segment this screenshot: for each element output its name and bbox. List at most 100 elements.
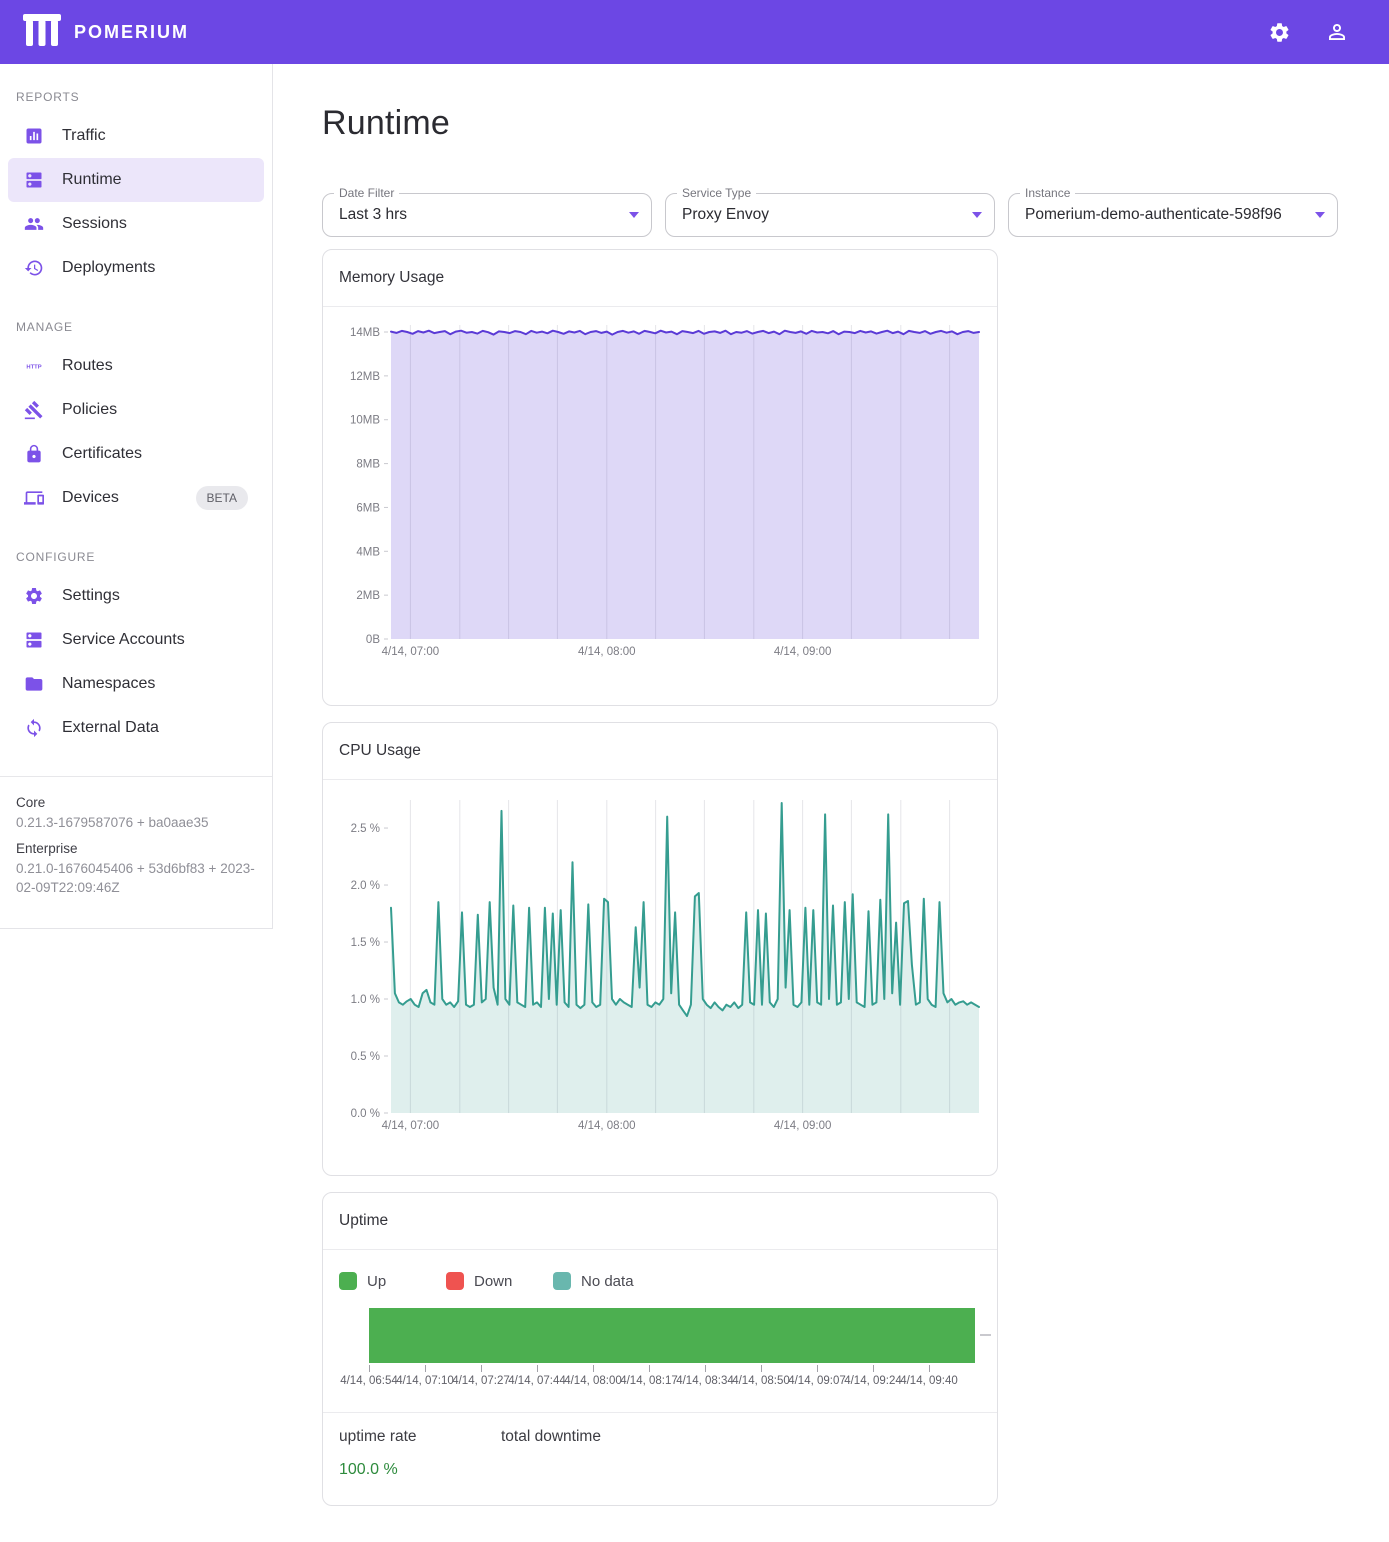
- traffic-chart-icon: [24, 126, 44, 146]
- instance-select[interactable]: Instance Pomerium-demo-authenticate-598f…: [1008, 193, 1338, 237]
- main-content: Runtime Date Filter Last 3 hrs Service T…: [273, 64, 1389, 1542]
- service-type-select[interactable]: Service Type Proxy Envoy: [665, 193, 995, 237]
- date-filter-value: Last 3 hrs: [339, 206, 617, 224]
- svg-text:4/14, 09:00: 4/14, 09:00: [774, 646, 832, 658]
- legend-swatch: [339, 1272, 357, 1290]
- sidebar-item-traffic[interactable]: Traffic: [8, 114, 264, 158]
- sidebar-item-label: Sessions: [62, 215, 127, 233]
- sidebar-item-sessions[interactable]: Sessions: [8, 202, 264, 246]
- brand[interactable]: POMERIUM: [22, 13, 189, 52]
- svg-text:0B: 0B: [366, 634, 380, 646]
- uptime-legend: UpDownNo data: [323, 1250, 997, 1290]
- uptime-tick: [593, 1365, 594, 1372]
- svg-text:4/14, 07:00: 4/14, 07:00: [382, 1120, 440, 1132]
- uptime-card: Uptime UpDownNo data 4/14, 06:544/14, 07…: [322, 1192, 998, 1506]
- svg-text:8MB: 8MB: [356, 459, 380, 471]
- uptime-title: Uptime: [323, 1193, 997, 1250]
- uptime-ticks: [369, 1365, 975, 1373]
- svg-text:6MB: 6MB: [356, 502, 380, 514]
- legend-swatch: [553, 1272, 571, 1290]
- sidebar-item-routes[interactable]: HTTP Routes: [8, 344, 264, 388]
- enterprise-version-value: 0.21.0-1676045406 + 53d6bf83 + 2023-02-0…: [16, 860, 256, 898]
- section-title-configure: CONFIGURE: [0, 542, 272, 574]
- folder-icon: [24, 674, 44, 694]
- uptime-tick-label: 4/14, 08:00: [564, 1375, 622, 1387]
- svg-text:1.0 %: 1.0 %: [351, 994, 380, 1006]
- uptime-tick-labels: 4/14, 06:544/14, 07:104/14, 07:274/14, 0…: [369, 1375, 975, 1390]
- uptime-tick-label: 4/14, 09:07: [788, 1375, 846, 1387]
- date-filter-select[interactable]: Date Filter Last 3 hrs: [322, 193, 652, 237]
- sidebar-item-label: Traffic: [62, 127, 106, 145]
- sidebar-item-label: Certificates: [62, 445, 142, 463]
- uptime-tick-label: 4/14, 09:24: [844, 1375, 902, 1387]
- sidebar-item-label: Settings: [62, 587, 120, 605]
- uptime-tick: [649, 1365, 650, 1372]
- http-icon: HTTP: [24, 356, 44, 376]
- legend-item-no-data: No data: [553, 1272, 660, 1290]
- external-data-sync-icon: [24, 718, 44, 738]
- sidebar-item-external-data[interactable]: External Data: [8, 706, 264, 750]
- sidebar-item-label: Runtime: [62, 171, 122, 189]
- sidebar-item-label: Deployments: [62, 259, 155, 277]
- uptime-rate-value: 100.0 %: [339, 1461, 501, 1479]
- sidebar-item-service-accounts[interactable]: Service Accounts: [8, 618, 264, 662]
- service-type-value: Proxy Envoy: [682, 206, 960, 224]
- memory-usage-card: Memory Usage 0B2MB4MB6MB8MB10MB12MB14MB4…: [322, 249, 998, 706]
- uptime-tick: [705, 1365, 706, 1372]
- sidebar-item-certificates[interactable]: Certificates: [8, 432, 264, 476]
- memory-usage-chart: 0B2MB4MB6MB8MB10MB12MB14MB4/14, 07:004/1…: [323, 307, 997, 705]
- lock-icon: [24, 444, 44, 464]
- chevron-down-icon: [629, 212, 639, 218]
- uptime-tick-label: 4/14, 07:44: [508, 1375, 566, 1387]
- uptime-tick-label: 4/14, 07:27: [452, 1375, 510, 1387]
- sidebar-item-runtime[interactable]: Runtime: [8, 158, 264, 202]
- sidebar-item-devices[interactable]: Devices BETA: [8, 476, 264, 520]
- devices-icon: [24, 488, 44, 508]
- svg-text:4/14, 09:00: 4/14, 09:00: [774, 1120, 832, 1132]
- uptime-tick-label: 4/14, 06:54: [340, 1375, 398, 1387]
- svg-text:10MB: 10MB: [350, 415, 380, 427]
- sidebar-item-label: Devices: [62, 489, 119, 507]
- gavel-icon: [24, 400, 44, 420]
- settings-gear-icon[interactable]: [1264, 17, 1295, 48]
- legend-item-up: Up: [339, 1272, 446, 1290]
- legend-swatch: [446, 1272, 464, 1290]
- uptime-tick-label: 4/14, 07:10: [396, 1375, 454, 1387]
- svg-text:HTTP: HTTP: [26, 365, 41, 371]
- uptime-tick: [761, 1365, 762, 1372]
- page-title: Runtime: [322, 104, 1365, 143]
- uptime-rate-label: uptime rate: [339, 1428, 501, 1446]
- sidebar: REPORTS Traffic Runtime Sessions: [0, 64, 273, 929]
- filters-row: Date Filter Last 3 hrs Service Type Prox…: [322, 193, 1365, 237]
- sidebar-item-label: Routes: [62, 357, 113, 375]
- pomerium-logo-icon: [22, 13, 62, 52]
- server-stack-icon: [24, 630, 44, 650]
- uptime-tick-label: 4/14, 08:34: [676, 1375, 734, 1387]
- uptime-tick-label: 4/14, 08:50: [732, 1375, 790, 1387]
- sidebar-item-namespaces[interactable]: Namespaces: [8, 662, 264, 706]
- core-version-label: Core: [16, 795, 256, 810]
- svg-text:2.0 %: 2.0 %: [351, 880, 380, 892]
- svg-text:2MB: 2MB: [356, 590, 380, 602]
- people-icon: [24, 214, 44, 234]
- cpu-usage-title: CPU Usage: [323, 723, 997, 780]
- sidebar-item-policies[interactable]: Policies: [8, 388, 264, 432]
- uptime-tick: [369, 1365, 370, 1372]
- user-account-icon[interactable]: [1321, 16, 1353, 48]
- uptime-axis-dash: [980, 1334, 991, 1336]
- server-stack-icon: [24, 170, 44, 190]
- core-version-value: 0.21.3-1679587076 + ba0aae35: [16, 814, 256, 833]
- version-info: Core 0.21.3-1679587076 + ba0aae35 Enterp…: [0, 776, 272, 928]
- svg-text:4/14, 08:00: 4/14, 08:00: [578, 646, 636, 658]
- chevron-down-icon: [1315, 212, 1325, 218]
- svg-text:0.0 %: 0.0 %: [351, 1108, 380, 1120]
- svg-text:12MB: 12MB: [350, 371, 380, 383]
- uptime-footer: uptime rate 100.0 % total downtime: [323, 1412, 997, 1505]
- chevron-down-icon: [972, 212, 982, 218]
- sidebar-item-label: Policies: [62, 401, 117, 419]
- uptime-bar-wrap: 4/14, 06:544/14, 07:104/14, 07:274/14, 0…: [369, 1308, 975, 1390]
- uptime-tick-label: 4/14, 08:17: [620, 1375, 678, 1387]
- uptime-tick-label: 4/14, 09:40: [900, 1375, 958, 1387]
- sidebar-item-deployments[interactable]: Deployments: [8, 246, 264, 290]
- sidebar-item-settings[interactable]: Settings: [8, 574, 264, 618]
